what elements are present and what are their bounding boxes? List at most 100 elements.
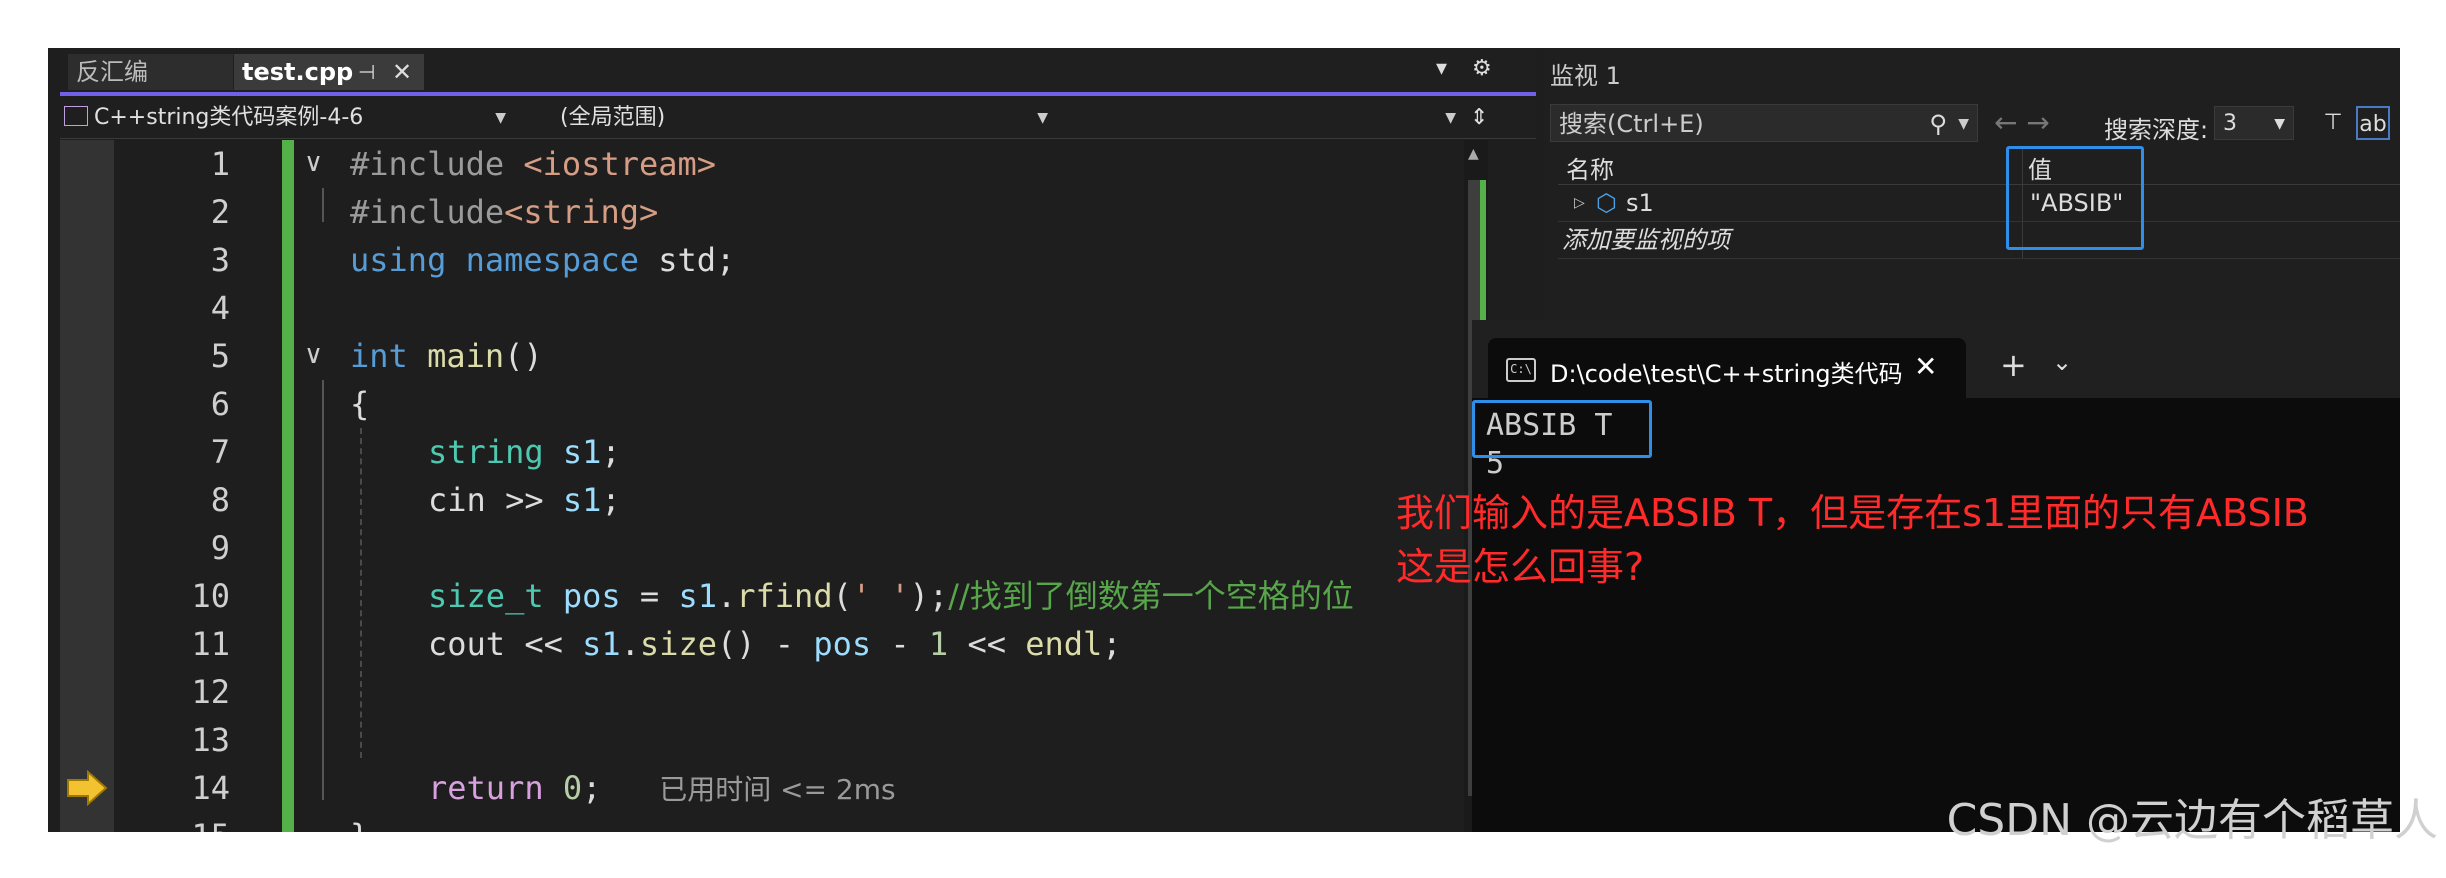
chevron-down-icon: ▼ xyxy=(1037,110,1048,126)
watch-row[interactable]: ▷ ⬡ s1 "ABSIB" xyxy=(1558,185,2400,222)
code-token: 0 xyxy=(562,769,583,807)
line-number: 7 xyxy=(210,433,230,471)
chevron-down-icon[interactable]: ▼ xyxy=(1958,105,1969,143)
code-token: ; xyxy=(601,433,621,471)
search-nav: ← → xyxy=(1994,106,2050,139)
perf-tip[interactable]: 已用时间 <= 2ms xyxy=(659,773,895,806)
code-token: () xyxy=(504,337,543,375)
arrow-right-icon[interactable]: → xyxy=(2026,106,2049,139)
fold-chevron-icon[interactable]: ∨ xyxy=(304,148,323,178)
pin-icon[interactable]: ⊤ xyxy=(2316,106,2350,140)
code-editor: 反汇编 test.cpp ⊣ ✕ ▾ ⚙ C++string类代码案例-4-6 … xyxy=(60,48,1536,832)
code-token: <iostream> xyxy=(523,145,717,183)
chevron-down-icon[interactable]: ⌄ xyxy=(2052,348,2072,376)
pin-icon[interactable]: ⊣ xyxy=(358,54,375,90)
terminal-icon: C:\ xyxy=(1506,358,1536,382)
watch-table: 名称 值 ▷ ⬡ s1 "ABSIB" 添加要监视的项 xyxy=(1558,148,2400,348)
terminal-tab[interactable]: C:\ D:\code\test\C++string类代码 ✕ xyxy=(1488,338,1966,400)
search-icon[interactable]: ⚲ xyxy=(1929,105,1947,143)
watch-search-input[interactable]: 搜索(Ctrl+E) ⚲ ▼ xyxy=(1550,104,1978,142)
gear-icon[interactable]: ⚙ xyxy=(1472,56,1492,81)
line-number: 4 xyxy=(210,289,230,327)
search-placeholder: 搜索(Ctrl+E) xyxy=(1559,110,1704,138)
code-token: ; xyxy=(582,769,602,807)
line-number: 15 xyxy=(150,812,230,832)
scroll-up-icon[interactable]: ▲ xyxy=(1468,146,1479,162)
code-token: std; xyxy=(638,241,736,279)
arrow-left-icon[interactable]: ← xyxy=(1994,106,2017,139)
view-format-icon[interactable]: ab xyxy=(2356,106,2390,140)
indent-guide xyxy=(360,428,362,758)
line-number: 10 xyxy=(191,577,230,615)
project-dropdown[interactable]: C++string类代码案例-4-6 ▼ xyxy=(64,102,512,134)
member-dropdown[interactable]: ▼ xyxy=(1060,102,1462,134)
breakpoint-gutter[interactable] xyxy=(60,140,114,832)
code-line-7: string s1; xyxy=(428,428,621,476)
code-token: using xyxy=(350,241,447,279)
new-tab-icon[interactable]: + xyxy=(2000,346,2027,384)
code-line-13: return 0; 已用时间 <= 2ms xyxy=(428,764,896,812)
code-line-11: cout << s1.size() - pos - 1 << endl; xyxy=(428,620,1122,668)
chevron-down-icon: ▼ xyxy=(495,110,506,126)
watch-window: 监视 1 搜索(Ctrl+E) ⚲ ▼ ← → 搜索深度: 3 ▼ ⊤ ab 名… xyxy=(1544,48,2400,348)
fold-guide xyxy=(322,380,324,800)
line-number: 8 xyxy=(210,481,230,519)
line-number: 2 xyxy=(210,193,230,231)
project-label: C++string类代码案例-4-6 xyxy=(94,105,364,130)
highlight-box-input xyxy=(1472,400,1652,458)
tab-disassembly[interactable]: 反汇编 xyxy=(68,54,233,90)
chevron-down-icon: ▼ xyxy=(1445,110,1456,126)
line-number: 6 xyxy=(210,385,230,423)
search-depth-label: 搜索深度: xyxy=(2104,116,2209,144)
code-token: int xyxy=(350,337,408,375)
code-token: () - xyxy=(716,625,814,663)
code-token: #include xyxy=(350,193,505,231)
add-watch-row[interactable]: 添加要监视的项 xyxy=(1558,222,2400,259)
code-token: pos xyxy=(813,625,872,663)
code-line-8: cin >> s1; xyxy=(428,476,621,524)
code-token: pos xyxy=(562,577,621,615)
variable-icon: ⬡ xyxy=(1596,189,1617,217)
column-name[interactable]: 名称 xyxy=(1566,150,1614,185)
current-statement-arrow-icon xyxy=(67,770,108,806)
code-token: = xyxy=(620,577,679,615)
code-area[interactable]: 1 2 3 4 5 6 7 8 9 10 11 12 13 14 15 ∨ ∨ … xyxy=(60,140,1536,832)
tab-label: test.cpp xyxy=(242,58,354,86)
tab-test-cpp[interactable]: test.cpp ⊣ ✕ xyxy=(234,54,424,90)
tab-overflow-icon[interactable]: ▾ xyxy=(1436,56,1447,81)
project-icon xyxy=(64,106,88,126)
chevron-down-icon: ▼ xyxy=(2274,116,2285,132)
fold-guide xyxy=(322,188,324,222)
scope-label: (全局范围) xyxy=(560,105,666,130)
close-icon[interactable]: ✕ xyxy=(1914,350,1937,383)
code-token: return xyxy=(428,769,544,807)
line-number: 14 xyxy=(191,769,230,807)
code-comment: //找到了倒数第一个空格的位 xyxy=(948,577,1354,615)
code-token: >> xyxy=(505,481,544,519)
change-tracking-bar xyxy=(282,140,294,832)
line-number: 13 xyxy=(191,721,230,759)
code-token: ' ' xyxy=(851,577,910,615)
annotation-line-2: 这是怎么回事? xyxy=(1396,545,1645,589)
code-token: endl xyxy=(1025,625,1103,663)
active-tab-underline xyxy=(60,92,1536,96)
split-icon[interactable]: ⇕ xyxy=(1470,102,1488,134)
scope-dropdown[interactable]: (全局范围) ▼ xyxy=(520,102,1054,134)
code-token: s1 xyxy=(678,577,717,615)
fold-chevron-icon[interactable]: ∨ xyxy=(304,340,323,370)
line-number: 3 xyxy=(210,241,230,279)
code-token: size xyxy=(639,625,717,663)
code-token: << xyxy=(524,625,563,663)
code-token: } xyxy=(350,817,369,832)
line-number: 12 xyxy=(191,673,230,711)
code-line-10: size_t pos = s1.rfind(' ');//找到了倒数第一个空格的… xyxy=(428,572,1444,620)
code-token: rfind xyxy=(736,577,833,615)
editor-tab-bar: 反汇编 test.cpp ⊣ ✕ ▾ ⚙ xyxy=(60,48,1536,96)
search-depth-select[interactable]: 3 ▼ xyxy=(2214,106,2294,140)
code-token: string xyxy=(428,433,544,471)
watch-var-name: s1 xyxy=(1626,189,1654,217)
code-token: s1 xyxy=(562,481,602,519)
expand-triangle-icon[interactable]: ▷ xyxy=(1574,185,1585,221)
close-icon[interactable]: ✕ xyxy=(392,54,412,90)
code-token: <string> xyxy=(504,193,659,231)
